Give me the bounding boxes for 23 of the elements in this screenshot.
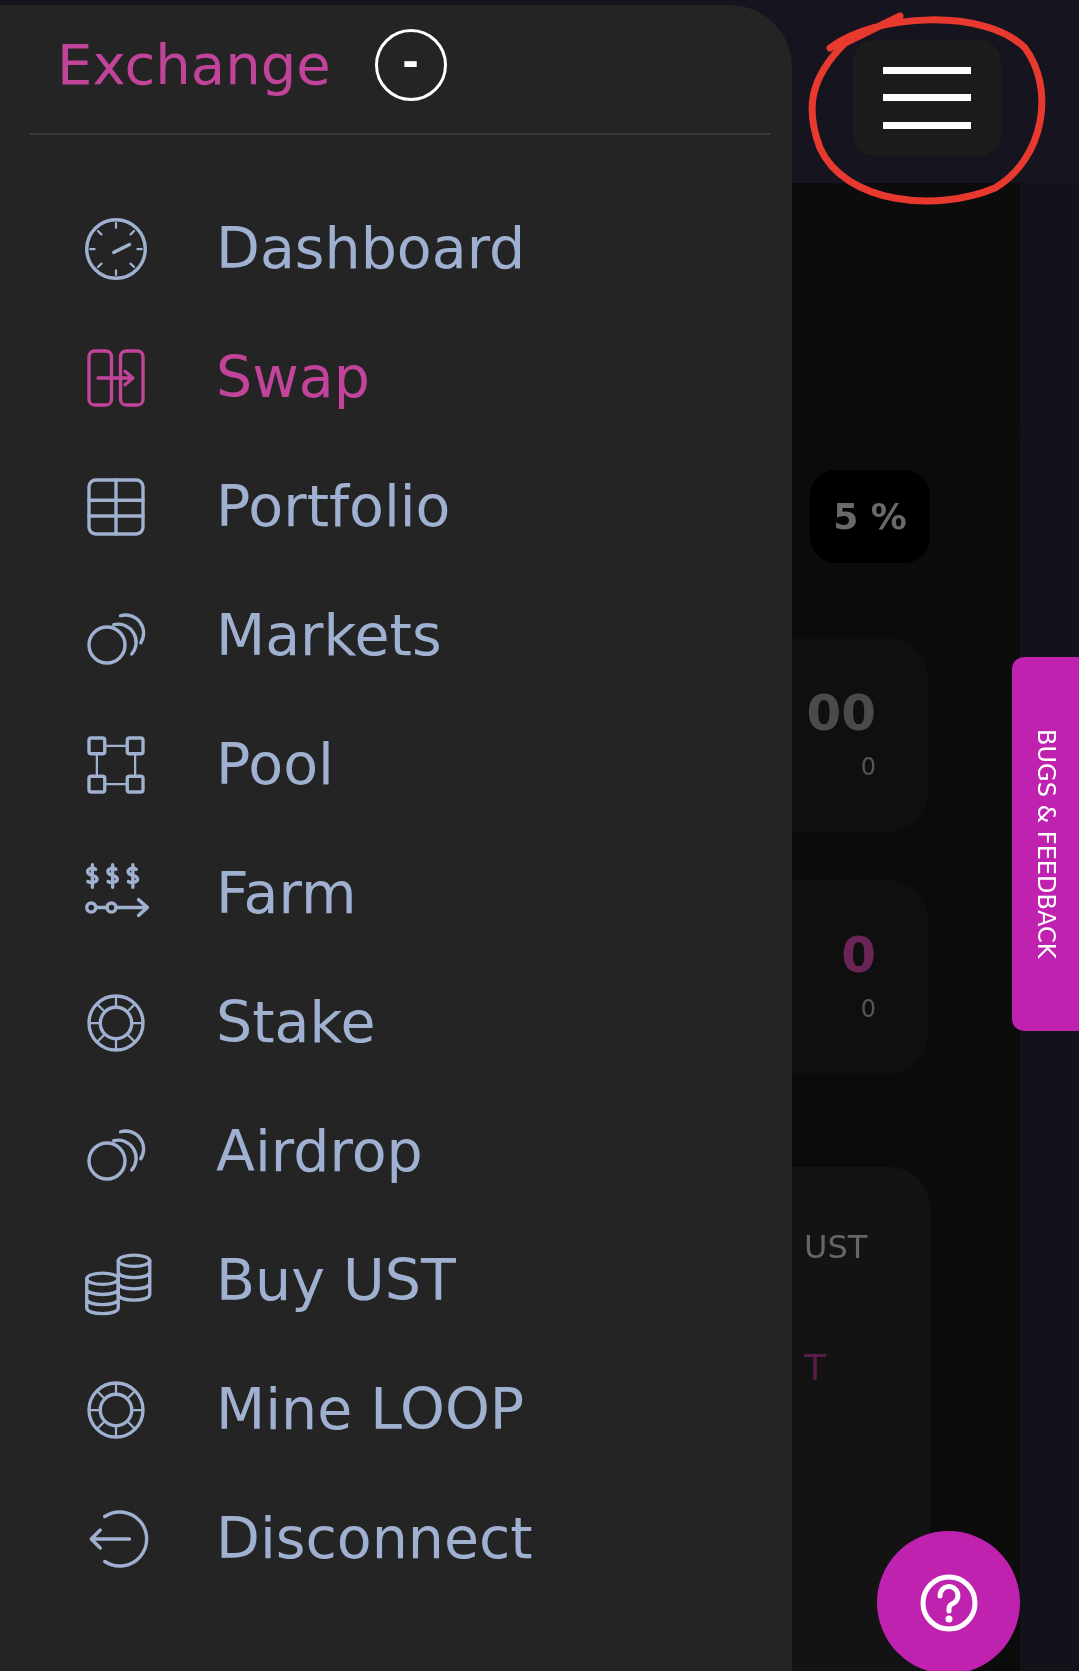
card-value: 00	[806, 686, 876, 741]
menu-item[interactable]: Markets	[0, 571, 792, 700]
feedback-tab[interactable]: BUGS & FEEDBACK	[1012, 657, 1079, 1031]
menu-item[interactable]: Mine LOOP	[0, 1345, 792, 1474]
menu-item[interactable]: Buy UST	[0, 1216, 792, 1345]
fee-value: 5 %	[810, 470, 930, 563]
menu-item[interactable]: Farm	[0, 829, 792, 958]
collapse-button[interactable]: -	[374, 29, 447, 101]
menu-item[interactable]: Disconnect	[0, 1474, 792, 1603]
menu-item[interactable]: Pool	[0, 700, 792, 829]
menu-item[interactable]: Airdrop	[0, 1087, 792, 1216]
balance-unit: UST	[804, 1227, 869, 1268]
help-icon	[918, 1572, 979, 1633]
card-value: 0	[841, 928, 876, 983]
menu-item[interactable]: Dashboard	[0, 184, 792, 313]
menu-button[interactable]	[853, 40, 1001, 156]
card-subvalue: 0	[860, 752, 876, 783]
menu-item[interactable]: Portfolio	[0, 442, 792, 571]
menu-icon	[883, 67, 971, 129]
balance-value: T	[804, 1346, 827, 1390]
drawer-title: Exchange	[57, 31, 331, 99]
menu-item[interactable]: Stake	[0, 958, 792, 1087]
card-subvalue: 0	[860, 994, 876, 1025]
